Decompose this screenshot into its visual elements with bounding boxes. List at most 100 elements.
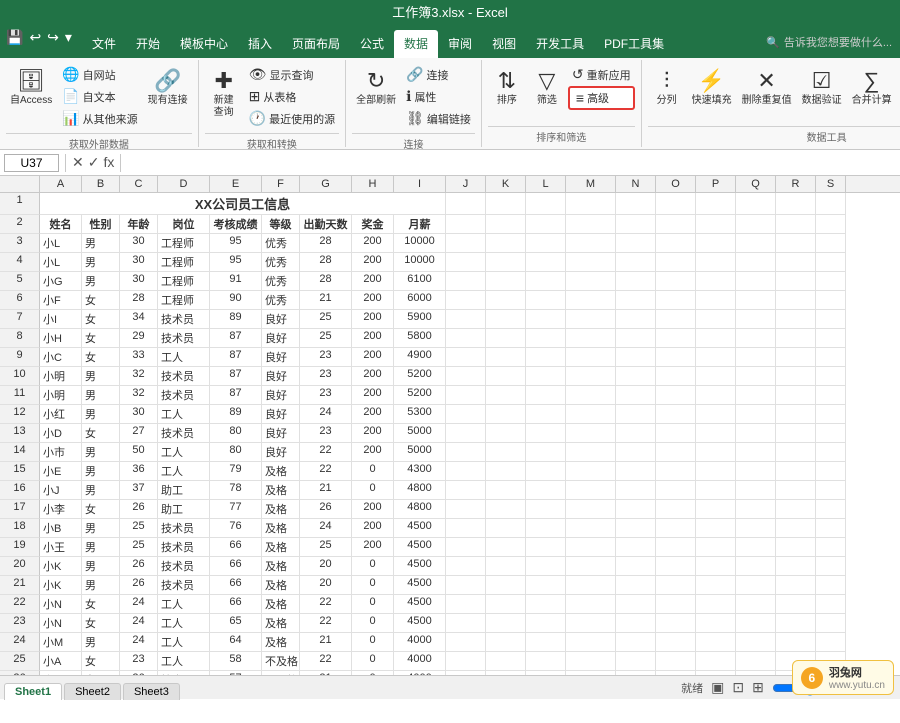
table-cell[interactable]: 58 <box>210 652 262 671</box>
table-cell[interactable] <box>526 367 566 386</box>
new-query-button[interactable]: ✚ 新建查询 <box>205 64 243 122</box>
table-cell[interactable] <box>446 193 486 215</box>
tab-home[interactable]: 开始 <box>126 30 170 58</box>
table-cell[interactable]: 男 <box>82 253 120 272</box>
table-cell[interactable] <box>446 424 486 443</box>
web-button[interactable]: 🌐自网站 <box>58 64 141 85</box>
table-cell[interactable]: 22 <box>300 443 352 462</box>
table-cell[interactable] <box>616 481 656 500</box>
table-cell[interactable]: 技术员 <box>158 310 210 329</box>
table-cell[interactable] <box>616 405 656 424</box>
table-cell[interactable]: 87 <box>210 386 262 405</box>
table-cell[interactable] <box>776 595 816 614</box>
table-cell[interactable]: 34 <box>120 310 158 329</box>
filter-button[interactable]: ▽ 筛选 <box>528 64 566 110</box>
table-cell[interactable]: 小D <box>40 424 82 443</box>
table-cell[interactable] <box>696 291 736 310</box>
table-cell[interactable] <box>656 462 696 481</box>
table-cell[interactable]: 不及格 <box>262 652 300 671</box>
table-cell[interactable] <box>526 405 566 424</box>
table-cell[interactable] <box>736 329 776 348</box>
table-cell[interactable] <box>736 443 776 462</box>
table-cell[interactable]: 女 <box>82 329 120 348</box>
table-cell[interactable] <box>446 405 486 424</box>
table-cell[interactable] <box>486 329 526 348</box>
table-cell[interactable] <box>616 614 656 633</box>
table-cell[interactable] <box>616 253 656 272</box>
table-cell[interactable]: 小明 <box>40 367 82 386</box>
table-cell[interactable]: 25 <box>300 310 352 329</box>
table-cell[interactable]: 5000 <box>394 443 446 462</box>
table-cell[interactable]: 200 <box>352 234 394 253</box>
table-cell[interactable]: 27 <box>120 424 158 443</box>
table-cell[interactable] <box>446 348 486 367</box>
table-cell[interactable] <box>656 614 696 633</box>
col-header-l[interactable]: L <box>526 176 566 192</box>
table-cell[interactable]: 23 <box>300 424 352 443</box>
table-cell[interactable]: 工人 <box>158 405 210 424</box>
table-cell[interactable]: 男 <box>82 576 120 595</box>
table-cell[interactable] <box>656 215 696 234</box>
table-cell[interactable] <box>776 367 816 386</box>
table-cell[interactable]: 考核成绩 <box>210 215 262 234</box>
table-cell[interactable] <box>446 272 486 291</box>
table-cell[interactable] <box>446 633 486 652</box>
table-cell[interactable] <box>616 595 656 614</box>
table-cell[interactable]: 出勤天数 <box>300 215 352 234</box>
table-cell[interactable]: 25 <box>120 538 158 557</box>
table-cell[interactable] <box>816 405 846 424</box>
table-cell[interactable] <box>526 557 566 576</box>
table-cell[interactable] <box>736 462 776 481</box>
table-cell[interactable] <box>526 329 566 348</box>
table-cell[interactable] <box>776 424 816 443</box>
table-cell[interactable] <box>696 557 736 576</box>
table-cell[interactable] <box>616 234 656 253</box>
table-cell[interactable] <box>566 519 616 538</box>
table-cell[interactable]: 小王 <box>40 538 82 557</box>
table-cell[interactable] <box>656 386 696 405</box>
table-cell[interactable] <box>816 633 846 652</box>
table-cell[interactable]: 20 <box>300 576 352 595</box>
table-cell[interactable] <box>816 386 846 405</box>
table-cell[interactable]: 32 <box>120 367 158 386</box>
table-cell[interactable] <box>776 253 816 272</box>
save-icon[interactable]: 💾 <box>4 29 25 46</box>
table-cell[interactable]: 小J <box>40 481 82 500</box>
table-cell[interactable]: 28 <box>300 234 352 253</box>
table-cell[interactable]: 优秀 <box>262 291 300 310</box>
table-cell[interactable] <box>656 253 696 272</box>
table-cell[interactable]: 男 <box>82 405 120 424</box>
tab-insert[interactable]: 插入 <box>238 30 282 58</box>
table-cell[interactable]: 小李 <box>40 500 82 519</box>
table-cell[interactable]: 50 <box>120 443 158 462</box>
col-header-g[interactable]: G <box>300 176 352 192</box>
table-cell[interactable] <box>486 234 526 253</box>
table-cell[interactable]: 4500 <box>394 557 446 576</box>
table-cell[interactable]: 工程师 <box>158 291 210 310</box>
col-header-a[interactable]: A <box>40 176 82 192</box>
table-cell[interactable]: 4500 <box>394 538 446 557</box>
table-cell[interactable]: 4900 <box>394 348 446 367</box>
table-cell[interactable] <box>566 348 616 367</box>
table-cell[interactable]: 4500 <box>394 614 446 633</box>
table-cell[interactable]: 87 <box>210 329 262 348</box>
table-cell[interactable] <box>486 576 526 595</box>
table-cell[interactable] <box>816 538 846 557</box>
table-cell[interactable] <box>526 500 566 519</box>
sheet-tab-3[interactable]: Sheet3 <box>123 683 180 700</box>
table-cell[interactable] <box>616 443 656 462</box>
table-cell[interactable] <box>776 519 816 538</box>
table-cell[interactable] <box>526 652 566 671</box>
table-cell[interactable]: 女 <box>82 500 120 519</box>
table-cell[interactable] <box>816 234 846 253</box>
table-cell[interactable] <box>656 234 696 253</box>
table-cell[interactable]: 工程师 <box>158 272 210 291</box>
table-cell[interactable]: 64 <box>210 633 262 652</box>
table-cell[interactable]: 79 <box>210 462 262 481</box>
table-cell[interactable] <box>776 443 816 462</box>
table-cell[interactable] <box>486 595 526 614</box>
table-cell[interactable]: 良好 <box>262 386 300 405</box>
table-cell[interactable]: 及格 <box>262 576 300 595</box>
recent-sources-button[interactable]: 🕐最近使用的源 <box>245 108 339 129</box>
table-cell[interactable]: 28 <box>300 272 352 291</box>
